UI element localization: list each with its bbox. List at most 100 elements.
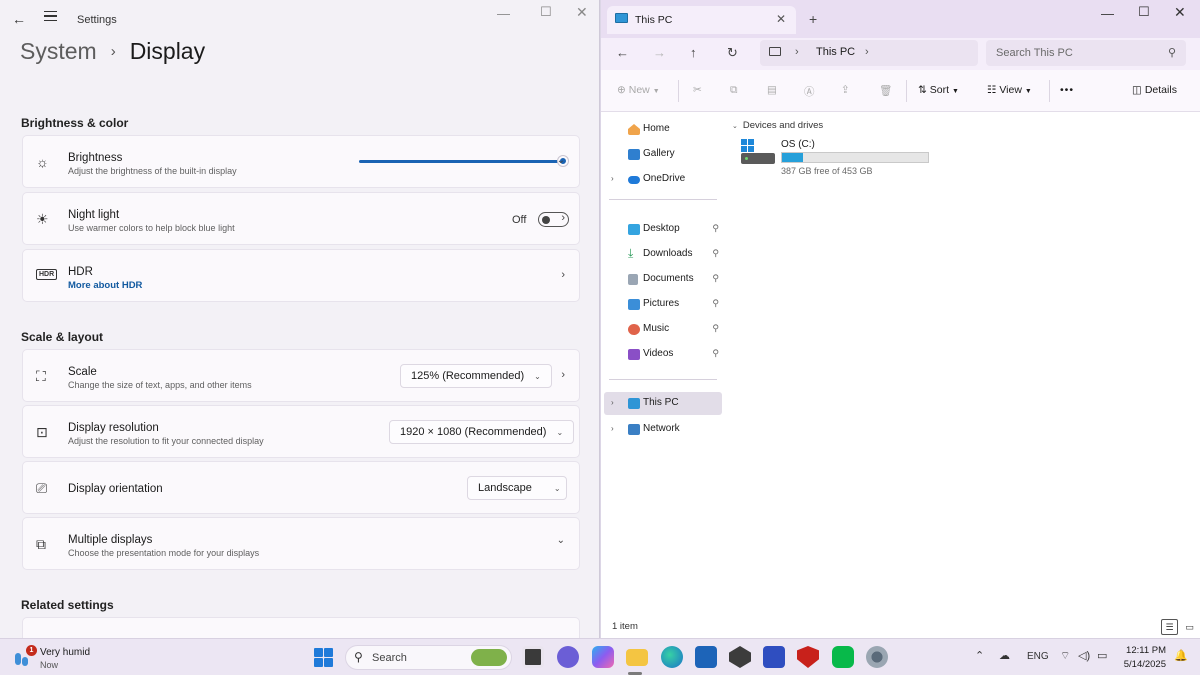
related-card-partial[interactable] [22, 617, 580, 638]
weather-widget[interactable]: 1 Very humid Now [13, 645, 123, 671]
battery-icon[interactable]: ▭ [1097, 649, 1107, 662]
scale-dropdown[interactable]: 125% (Recommended) ⌄ [400, 364, 552, 388]
address-bar[interactable]: › This PC › [760, 40, 978, 66]
search-input[interactable]: Search This PC ⚲ [986, 40, 1186, 66]
file-explorer-icon[interactable] [626, 649, 648, 666]
chevron-down-icon[interactable]: ⌄ [557, 155, 565, 166]
pin-icon[interactable]: ⚲ [712, 348, 719, 359]
pin-icon[interactable]: ⚲ [712, 323, 719, 334]
hdr-icon: HDR [36, 269, 58, 280]
scale-card[interactable]: ⛶ Scale Change the size of text, apps, a… [22, 349, 580, 402]
chevron-right-icon[interactable]: › [561, 369, 565, 381]
nav-item-downloads[interactable]: ⤓ Downloads ⚲ [604, 243, 722, 266]
volume-icon[interactable]: ◁) [1078, 649, 1090, 662]
pin-icon[interactable]: ⚲ [712, 298, 719, 309]
language-indicator[interactable]: ENG [1027, 651, 1049, 662]
taskbar-search[interactable]: ⚲ Search [345, 645, 512, 670]
nav-item-network[interactable]: › Network [604, 418, 722, 441]
resolution-card[interactable]: ⊡ Display resolution Adjust the resoluti… [22, 405, 580, 458]
nav-item-documents[interactable]: Documents ⚲ [604, 268, 722, 291]
close-tab-icon[interactable]: ✕ [776, 12, 786, 26]
drive-icon[interactable] [741, 139, 775, 167]
notification-bell-icon[interactable]: 🔔 [1174, 649, 1188, 662]
mcafee-icon[interactable] [797, 646, 819, 668]
tiles-view-icon[interactable]: ▭ [1181, 619, 1198, 635]
more-options-button[interactable]: ••• [1060, 84, 1074, 96]
nav-item-desktop[interactable]: Desktop ⚲ [604, 218, 722, 241]
app-cube-icon[interactable] [729, 646, 751, 668]
maximize-icon[interactable]: ☐ [1138, 4, 1150, 20]
expand-icon[interactable]: › [611, 398, 614, 407]
paste-icon[interactable]: ▤ [767, 84, 777, 96]
new-button[interactable]: ⊕ New ▼ [617, 84, 660, 96]
chat-icon[interactable] [557, 646, 579, 668]
close-icon[interactable]: ✕ [576, 4, 588, 21]
nav-item-onedrive[interactable]: › OneDrive [604, 168, 722, 191]
breadcrumb-system[interactable]: System [20, 38, 97, 65]
up-arrow-icon[interactable]: ↑ [690, 45, 697, 60]
chevron-right-icon[interactable]: › [795, 46, 799, 58]
close-icon[interactable]: ✕ [1174, 4, 1186, 21]
sort-button[interactable]: ⇅ Sort ▼ [918, 84, 959, 96]
back-arrow-icon[interactable]: ← [616, 45, 629, 60]
settings-gear-icon[interactable] [866, 646, 888, 668]
hdr-link[interactable]: More about HDR [68, 280, 142, 291]
orientation-card[interactable]: ⎚ Display orientation Landscape ⌄ [22, 461, 580, 514]
menu-icon[interactable] [44, 11, 57, 24]
chevron-right-icon[interactable]: › [865, 46, 869, 58]
multiple-displays-card[interactable]: ⧉ Multiple displays Choose the presentat… [22, 517, 580, 570]
refresh-icon[interactable]: ↻ [727, 45, 738, 61]
chevron-right-icon[interactable]: › [561, 269, 565, 281]
nav-item-pictures[interactable]: Pictures ⚲ [604, 293, 722, 316]
delete-icon[interactable]: 🗑 [879, 84, 892, 97]
copilot-icon[interactable] [592, 646, 614, 668]
start-button[interactable] [314, 648, 333, 667]
address-text[interactable]: This PC [816, 46, 855, 58]
group-header[interactable]: ⌄ Devices and drives [732, 120, 823, 131]
new-tab-icon[interactable]: + [809, 11, 817, 27]
nav-item-music[interactable]: Music ⚲ [604, 318, 722, 341]
expand-icon[interactable]: › [611, 174, 614, 183]
pin-icon[interactable]: ⚲ [712, 273, 719, 284]
back-arrow-icon[interactable]: ← [12, 11, 26, 27]
view-button[interactable]: ☷ View ▼ [987, 84, 1032, 96]
task-view-icon[interactable] [522, 646, 544, 668]
tab-this-pc[interactable]: This PC ✕ [607, 6, 796, 34]
clock[interactable]: 12:11 PM 5/14/2025 [1118, 644, 1166, 672]
night-light-card[interactable]: ☀ Night light Use warmer colors to help … [22, 192, 580, 245]
forward-arrow-icon[interactable]: → [653, 45, 666, 60]
app-m-icon[interactable] [763, 646, 785, 668]
pin-icon[interactable]: ⚲ [712, 223, 719, 234]
nav-item-this-pc[interactable]: › This PC [604, 392, 722, 415]
nav-item-gallery[interactable]: Gallery [604, 143, 722, 166]
details-view-icon[interactable]: ☰ [1161, 619, 1178, 635]
nav-item-home[interactable]: Home [604, 118, 722, 141]
chevron-up-icon[interactable]: ⌃ [975, 649, 984, 662]
copy-icon[interactable]: ⧉ [730, 84, 738, 97]
edge-icon[interactable] [661, 646, 683, 668]
expand-icon[interactable]: › [611, 424, 614, 433]
minimize-icon[interactable]: — [497, 6, 510, 21]
drive-name[interactable]: OS (C:) [781, 139, 815, 150]
brightness-card[interactable]: ☼ Brightness Adjust the brightness of th… [22, 135, 580, 188]
hdr-card[interactable]: HDR HDR More about HDR › [22, 249, 580, 302]
sync-icon[interactable]: ☁ [999, 649, 1010, 662]
share-icon[interactable]: ⇪ [841, 84, 850, 96]
minimize-icon[interactable]: — [1101, 6, 1114, 21]
details-button[interactable]: ◫ Details [1132, 84, 1177, 96]
resolution-dropdown[interactable]: 1920 × 1080 (Recommended) ⌄ [389, 420, 575, 444]
pin-icon[interactable]: ⚲ [712, 248, 719, 259]
brightness-slider-track[interactable] [359, 160, 562, 163]
scale-desc: Change the size of text, apps, and other… [68, 380, 252, 390]
store-icon[interactable] [695, 646, 717, 668]
time: 12:11 PM [1126, 645, 1166, 656]
cut-icon[interactable]: ✂ [693, 84, 702, 96]
rename-icon[interactable]: Ⓐ [804, 84, 815, 99]
orientation-dropdown[interactable]: Landscape ⌄ [467, 476, 567, 500]
wifi-icon[interactable]: ⌔ [1060, 649, 1070, 663]
maximize-icon[interactable]: ☐ [540, 4, 552, 20]
chevron-down-icon[interactable]: ⌄ [557, 535, 565, 546]
nav-item-videos[interactable]: Videos ⚲ [604, 343, 722, 366]
chevron-right-icon[interactable]: › [561, 212, 565, 224]
line-icon[interactable] [832, 646, 854, 668]
